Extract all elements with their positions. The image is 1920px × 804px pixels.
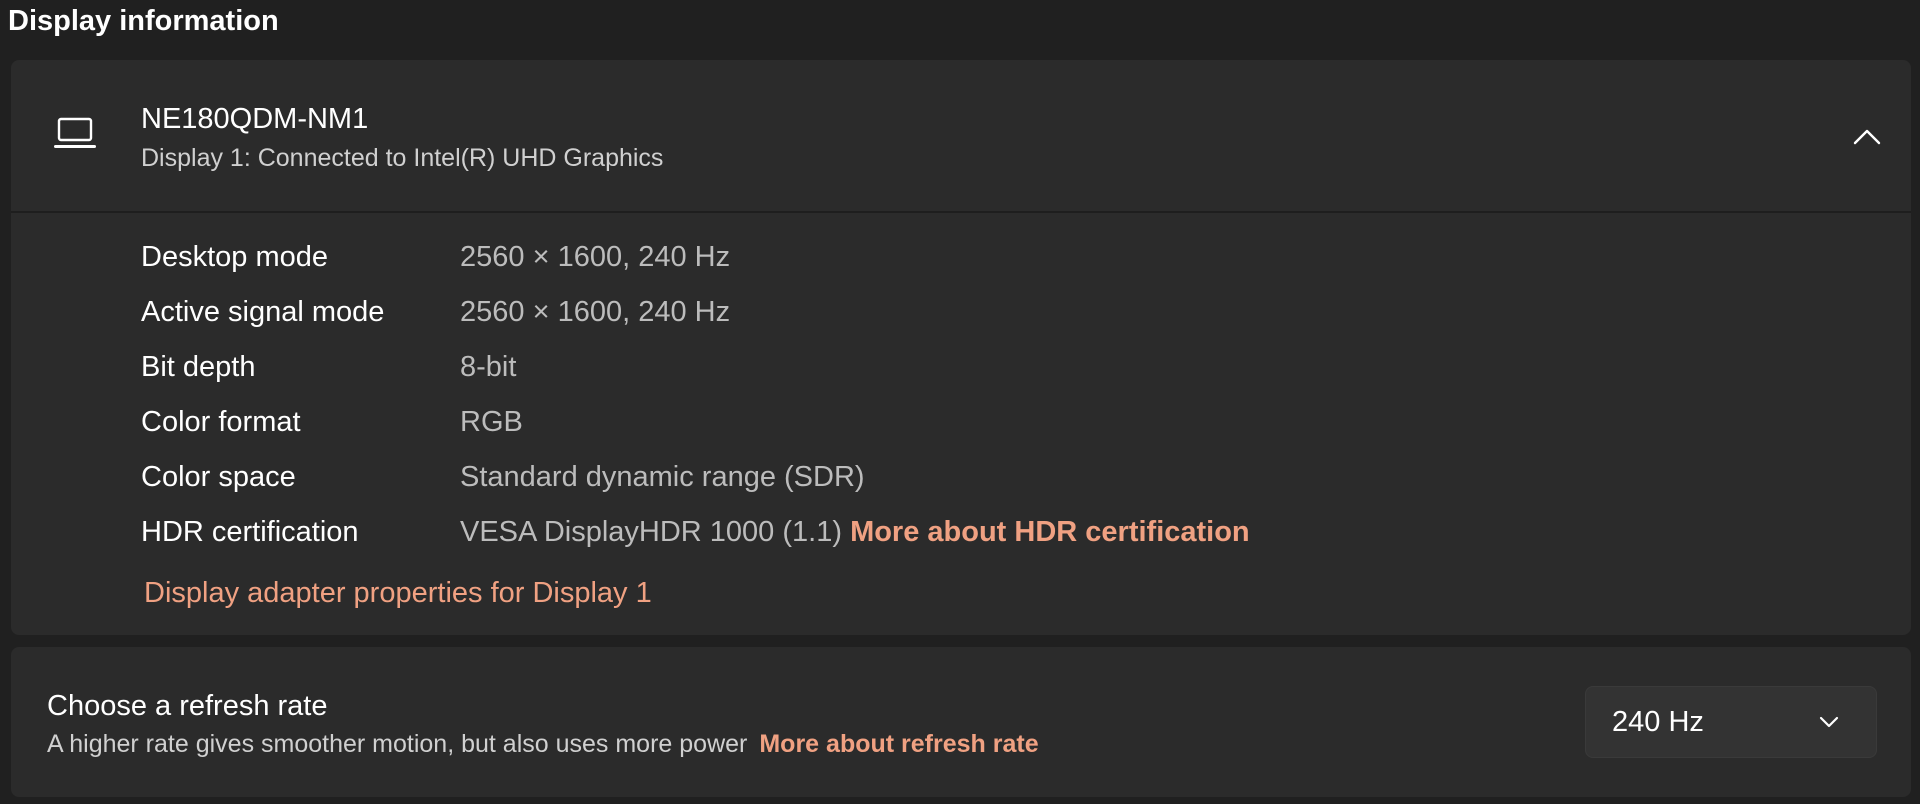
refresh-rate-card: Choose a refresh rate A higher rate give… <box>11 647 1911 797</box>
info-value: 2560 × 1600, 240 Hz <box>460 241 731 273</box>
monitor-name: NE180QDM-NM1 <box>141 103 369 135</box>
info-row-hdr-certification: HDR certification VESA DisplayHDR 1000 (1… <box>141 512 1250 552</box>
laptop-icon <box>54 117 96 148</box>
hdr-certification-link[interactable]: More about HDR certification <box>850 516 1250 548</box>
info-value: Standard dynamic range (SDR) <box>460 461 865 493</box>
info-label: Color format <box>141 406 301 438</box>
info-label: HDR certification <box>141 516 359 548</box>
refresh-rate-link[interactable]: More about refresh rate <box>759 730 1038 758</box>
info-row-desktop-mode: Desktop mode 2560 × 1600, 240 Hz <box>141 237 730 277</box>
info-value: 2560 × 1600, 240 Hz <box>460 296 731 328</box>
refresh-rate-title: Choose a refresh rate <box>47 690 328 722</box>
info-row-color-format: Color format RGB <box>141 402 523 442</box>
display-card: NE180QDM-NM1 Display 1: Connected to Int… <box>11 60 1911 635</box>
display-adapter-properties-link[interactable]: Display adapter properties for Display 1 <box>144 573 652 613</box>
info-row-color-space: Color space Standard dynamic range (SDR) <box>141 457 865 497</box>
refresh-rate-description: A higher rate gives smoother motion, but… <box>47 727 1039 761</box>
info-label: Bit depth <box>141 351 256 383</box>
chevron-down-icon <box>1819 716 1839 728</box>
info-row-active-signal-mode: Active signal mode 2560 × 1600, 240 Hz <box>141 292 730 332</box>
info-value: 8-bit <box>460 351 517 383</box>
info-value: RGB <box>460 406 523 438</box>
refresh-rate-description-text: A higher rate gives smoother motion, but… <box>47 730 748 758</box>
info-label: Desktop mode <box>141 241 328 273</box>
info-row-bit-depth: Bit depth 8-bit <box>141 347 516 387</box>
refresh-rate-selected-value: 240 Hz <box>1612 706 1704 738</box>
refresh-rate-dropdown[interactable]: 240 Hz <box>1585 686 1877 758</box>
info-label: Color space <box>141 461 296 493</box>
chevron-up-icon[interactable] <box>1849 122 1885 150</box>
display-information-page: Display information NE180QDM-NM1 Display… <box>0 0 1920 804</box>
info-label: Active signal mode <box>141 296 385 328</box>
section-title: Display information <box>8 5 279 37</box>
info-value: VESA DisplayHDR 1000 (1.1) <box>460 516 842 548</box>
monitor-connection-info: Display 1: Connected to Intel(R) UHD Gra… <box>141 144 664 172</box>
display-card-header[interactable]: NE180QDM-NM1 Display 1: Connected to Int… <box>11 60 1911 213</box>
